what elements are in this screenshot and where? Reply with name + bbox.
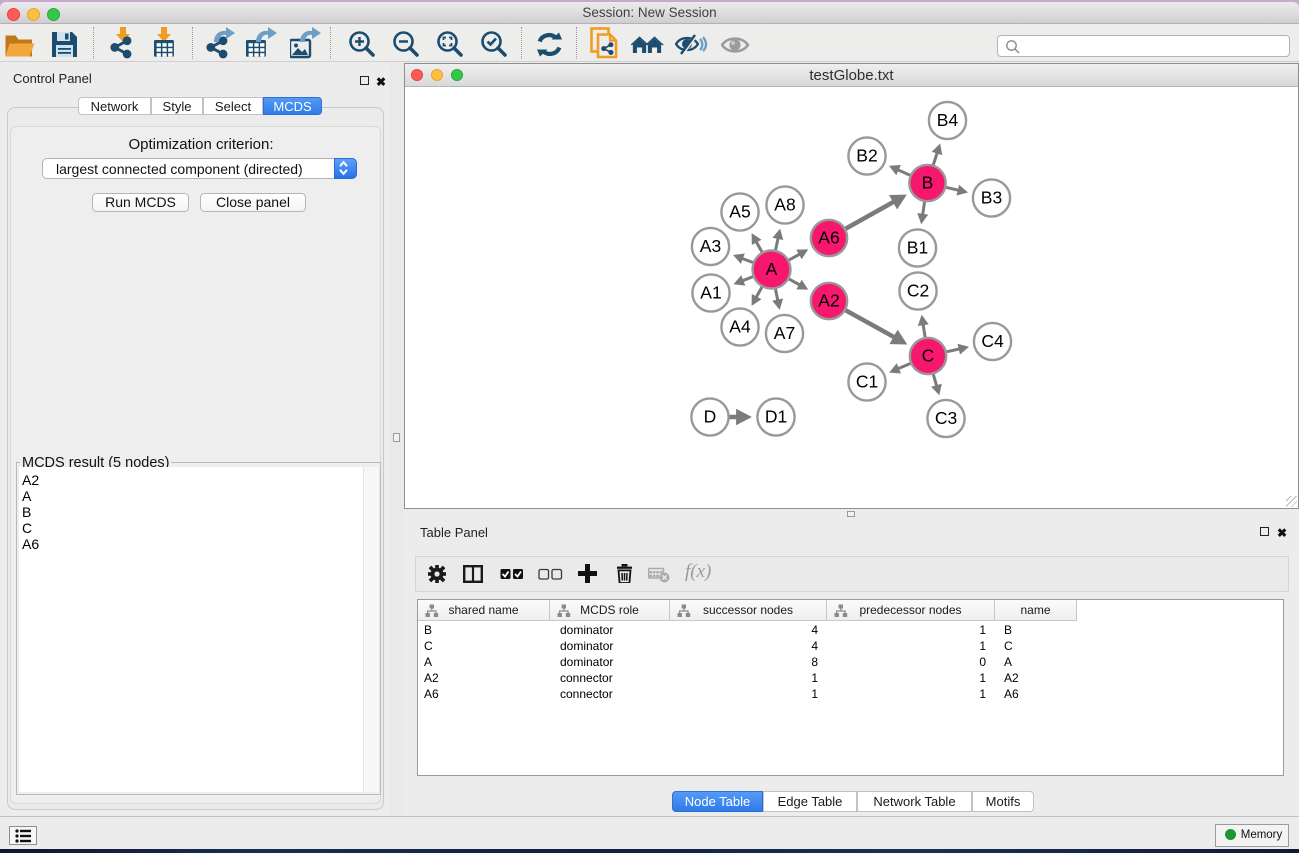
svg-text:C2: C2 <box>907 281 929 301</box>
svg-text:A1: A1 <box>700 283 721 303</box>
svg-text:B1: B1 <box>907 238 928 258</box>
svg-text:A7: A7 <box>774 323 795 343</box>
svg-text:A8: A8 <box>774 195 795 215</box>
svg-text:B3: B3 <box>981 188 1002 208</box>
svg-text:D1: D1 <box>765 407 787 427</box>
svg-text:C4: C4 <box>981 331 1004 351</box>
svg-text:C3: C3 <box>935 408 957 428</box>
svg-text:B4: B4 <box>937 110 959 130</box>
svg-text:A4: A4 <box>729 317 751 337</box>
svg-text:D: D <box>704 407 717 427</box>
svg-text:C: C <box>922 346 935 366</box>
svg-text:C1: C1 <box>856 372 878 392</box>
svg-text:A2: A2 <box>818 291 839 311</box>
svg-text:A5: A5 <box>729 202 750 222</box>
svg-text:B2: B2 <box>856 146 877 166</box>
svg-text:A: A <box>766 259 778 279</box>
svg-text:B: B <box>922 173 934 193</box>
svg-text:A6: A6 <box>818 228 839 248</box>
svg-text:A3: A3 <box>700 236 721 256</box>
